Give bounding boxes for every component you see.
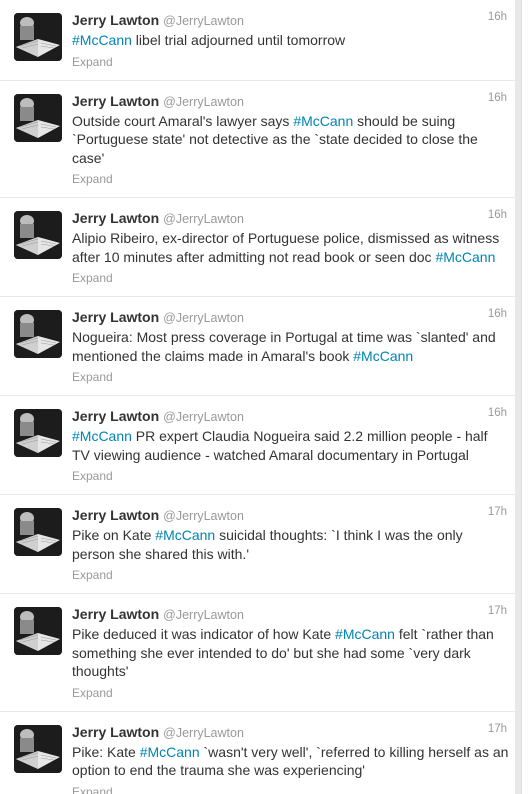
tweet-item[interactable]: 16h Jerry Lawton @JerryLawton Alipio Ribe… xyxy=(0,198,521,297)
avatar[interactable] xyxy=(14,93,62,142)
tweet-text-segment: Pike deduced it was indicator of how Kat… xyxy=(72,626,336,642)
tweet-header: Jerry Lawton @JerryLawton xyxy=(72,406,509,426)
author-name[interactable]: Jerry Lawton xyxy=(72,12,159,28)
author-handle[interactable]: @JerryLawton xyxy=(163,608,244,622)
avatar[interactable] xyxy=(14,13,62,61)
avatar[interactable] xyxy=(14,607,62,655)
tweet-header: Jerry Lawton @JerryLawton xyxy=(72,10,509,30)
tweet-header: Jerry Lawton @JerryLawton xyxy=(72,722,509,742)
tweet-text: Pike: Kate #McCann `wasn't very well', `… xyxy=(72,743,509,780)
tweet-item[interactable]: 16h Jerry Lawton @JerryLawton #McCann lib… xyxy=(0,0,521,81)
tweet-timestamp[interactable]: 16h xyxy=(488,407,507,419)
scrollbar-track[interactable] xyxy=(515,0,521,794)
expand-link[interactable]: Expand xyxy=(72,468,509,484)
tweet-text-segment: Nogueira: Most press coverage in Portuga… xyxy=(72,329,496,364)
hashtag-link[interactable]: #McCann xyxy=(335,626,395,642)
author-name[interactable]: Jerry Lawton xyxy=(72,724,159,740)
author-handle[interactable]: @JerryLawton xyxy=(163,212,244,226)
avatar-book-icon xyxy=(14,508,62,556)
hashtag-link[interactable]: #McCann xyxy=(293,113,353,129)
expand-link[interactable]: Expand xyxy=(72,171,509,187)
avatar-book-icon xyxy=(14,93,62,142)
author-handle[interactable]: @JerryLawton xyxy=(163,410,244,424)
author-name[interactable]: Jerry Lawton xyxy=(72,408,159,424)
author-handle[interactable]: @JerryLawton xyxy=(163,509,244,523)
tweet-text: Pike deduced it was indicator of how Kat… xyxy=(72,625,509,681)
avatar-book-icon xyxy=(14,310,62,358)
tweet-text: #McCann libel trial adjourned until tomo… xyxy=(72,31,509,50)
tweet-timestamp[interactable]: 17h xyxy=(488,506,507,518)
avatar-book-icon xyxy=(14,211,62,259)
tweet-timeline: 16h Jerry Lawton @JerryLawton #McCann lib… xyxy=(0,0,522,794)
author-handle[interactable]: @JerryLawton xyxy=(163,726,244,740)
tweet-text: Outside court Amaral's lawyer says #McCa… xyxy=(72,112,509,168)
avatar[interactable] xyxy=(14,310,62,358)
tweet-header: Jerry Lawton @JerryLawton xyxy=(72,91,509,111)
tweet-text: Pike on Kate #McCann suicidal thoughts: … xyxy=(72,526,509,563)
tweet-timestamp[interactable]: 16h xyxy=(488,308,507,320)
tweet-item[interactable]: 16h Jerry Lawton @JerryLawton Nogueira: M… xyxy=(0,297,521,396)
tweet-item[interactable]: 17h Jerry Lawton @JerryLawton Pike: Kate … xyxy=(0,711,521,794)
avatar-book-icon xyxy=(14,724,62,773)
avatar-book-icon xyxy=(14,409,62,457)
author-name[interactable]: Jerry Lawton xyxy=(72,606,159,622)
tweet-text: Nogueira: Most press coverage in Portuga… xyxy=(72,328,509,365)
tweet-header: Jerry Lawton @JerryLawton xyxy=(72,604,509,624)
tweet-item[interactable]: 16h Jerry Lawton @JerryLawton Outside cou… xyxy=(0,80,521,198)
avatar-book-icon xyxy=(14,13,62,61)
avatar-book-icon xyxy=(14,607,62,655)
author-name[interactable]: Jerry Lawton xyxy=(72,93,159,109)
expand-link[interactable]: Expand xyxy=(72,54,509,70)
tweet-timestamp[interactable]: 16h xyxy=(488,11,507,23)
avatar[interactable] xyxy=(14,508,62,556)
author-name[interactable]: Jerry Lawton xyxy=(72,507,159,523)
expand-link[interactable]: Expand xyxy=(72,270,509,286)
tweet-text: #McCann PR expert Claudia Nogueira said … xyxy=(72,427,509,464)
tweet-list: 16h Jerry Lawton @JerryLawton #McCann lib… xyxy=(0,0,521,794)
expand-link[interactable]: Expand xyxy=(72,784,509,794)
tweet-timestamp[interactable]: 17h xyxy=(488,723,507,735)
tweet-item[interactable]: 17h Jerry Lawton @JerryLawton Pike deduce… xyxy=(0,594,521,712)
author-name[interactable]: Jerry Lawton xyxy=(72,210,159,226)
author-name[interactable]: Jerry Lawton xyxy=(72,309,159,325)
tweet-header: Jerry Lawton @JerryLawton xyxy=(72,505,509,525)
expand-link[interactable]: Expand xyxy=(72,567,509,583)
tweet-text-segment: PR expert Claudia Nogueira said 2.2 mill… xyxy=(72,428,488,463)
expand-link[interactable]: Expand xyxy=(72,369,509,385)
expand-link[interactable]: Expand xyxy=(72,685,509,701)
avatar[interactable] xyxy=(14,409,62,457)
tweet-timestamp[interactable]: 17h xyxy=(488,605,507,617)
tweet-item[interactable]: 16h Jerry Lawton @JerryLawton #McCann PR … xyxy=(0,396,521,495)
tweet-text: Alipio Ribeiro, ex-director of Portugues… xyxy=(72,229,509,266)
tweet-timestamp[interactable]: 16h xyxy=(488,92,507,104)
avatar[interactable] xyxy=(14,211,62,259)
avatar[interactable] xyxy=(14,724,62,773)
tweet-text-segment: Outside court Amaral's lawyer says xyxy=(72,112,294,129)
author-handle[interactable]: @JerryLawton xyxy=(163,311,244,325)
hashtag-link[interactable]: #McCann xyxy=(72,32,132,48)
tweet-timestamp[interactable]: 16h xyxy=(488,209,507,221)
hashtag-link[interactable]: #McCann xyxy=(435,249,495,265)
author-handle[interactable]: @JerryLawton xyxy=(163,14,244,28)
tweet-text-segment: Pike on Kate xyxy=(72,527,156,543)
hashtag-link[interactable]: #McCann xyxy=(140,744,200,760)
tweet-header: Jerry Lawton @JerryLawton xyxy=(72,307,509,327)
author-handle[interactable]: @JerryLawton xyxy=(163,95,244,109)
tweet-text-segment: Pike: Kate xyxy=(72,743,140,760)
hashtag-link[interactable]: #McCann xyxy=(72,428,132,444)
tweet-item[interactable]: 17h Jerry Lawton @JerryLawton Pike on Kat… xyxy=(0,495,521,594)
hashtag-link[interactable]: #McCann xyxy=(155,527,215,543)
tweet-text-segment: libel trial adjourned until tomorrow xyxy=(131,32,346,48)
tweet-header: Jerry Lawton @JerryLawton xyxy=(72,208,509,228)
hashtag-link[interactable]: #McCann xyxy=(353,348,413,364)
